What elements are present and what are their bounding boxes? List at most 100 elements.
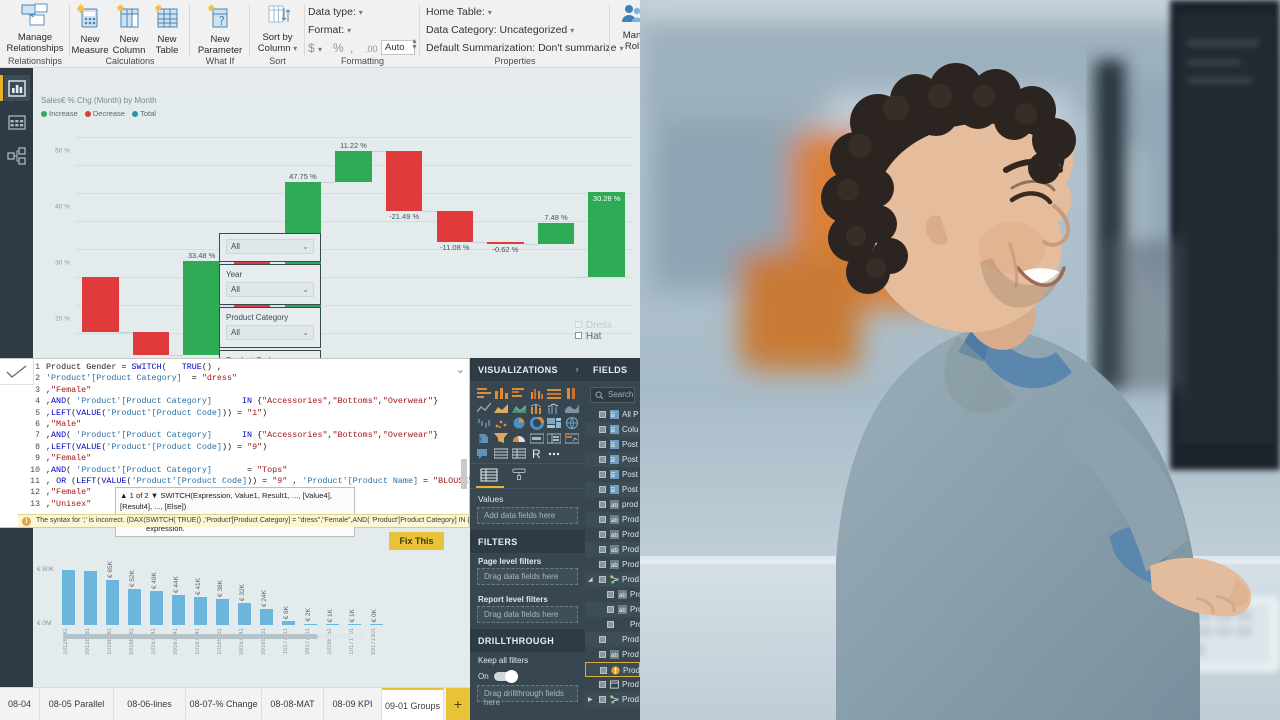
page-tab[interactable]: 08-04 Parallel	[0, 688, 40, 720]
chart-bar[interactable]	[132, 331, 170, 355]
chart-bar[interactable]	[588, 192, 625, 277]
waterfall-chart[interactable]: Sales€ % Chg (Month) by Month Increase D…	[33, 95, 640, 603]
field-list-item[interactable]: ab Prod	[585, 557, 640, 572]
slicer-dropdown[interactable]: All ⌄	[226, 325, 314, 340]
legend-item-hat[interactable]: Hat	[574, 331, 612, 342]
page-tab[interactable]: 08-05 Parallel	[40, 688, 114, 720]
field-list-item[interactable]: ab prod	[585, 497, 640, 512]
field-list-item[interactable]: Prod	[585, 677, 640, 692]
field-list-item[interactable]: ⌸ Post	[585, 452, 640, 467]
sidebar-item-model-view[interactable]	[4, 143, 30, 169]
kpi-icon[interactable]	[564, 432, 580, 444]
keep-all-filters-toggle[interactable]	[493, 670, 518, 683]
funnel-icon[interactable]	[494, 432, 510, 444]
field-list-item[interactable]: abPro	[585, 587, 640, 602]
new-column-button[interactable]: New Column	[110, 3, 148, 56]
line-stacked-column-icon[interactable]	[529, 402, 545, 414]
field-list-item[interactable]: ab Prod	[585, 527, 640, 542]
field-checkbox[interactable]	[599, 441, 606, 448]
field-checkbox[interactable]	[600, 667, 607, 674]
page-tab[interactable]: 09-01 Groups	[382, 688, 444, 720]
field-list-item[interactable]: ▶ Prod	[585, 692, 640, 707]
field-list-item[interactable]: Prod	[585, 662, 640, 677]
field-list-item[interactable]: ⌸ Post	[585, 482, 640, 497]
currency-format-button[interactable]: $ ▾	[308, 41, 322, 55]
field-checkbox[interactable]	[599, 486, 606, 493]
field-list-item[interactable]: ◢ Prod	[585, 572, 640, 587]
slicer-untitled[interactable]: All ⌄	[219, 233, 321, 262]
legend-item-dress[interactable]: Dress	[574, 320, 612, 331]
formula-scrollbar-thumb[interactable]	[461, 459, 467, 489]
manage-relationships-button[interactable]: Manage Relationships	[0, 3, 70, 54]
default-summarization-label[interactable]: Default Summarization: Don't summarize ▾	[426, 42, 623, 54]
chevron-right-icon[interactable]: ›	[576, 364, 579, 374]
card-icon[interactable]	[529, 432, 545, 444]
chart-bar[interactable]	[326, 624, 339, 625]
field-list-item[interactable]: abPro	[585, 602, 640, 617]
line-clustered-column-icon[interactable]	[547, 402, 563, 414]
100-stacked-bar-chart-icon[interactable]	[547, 387, 563, 399]
r-script-visual-icon[interactable]: R	[529, 447, 545, 460]
slicer-icon[interactable]	[476, 447, 492, 459]
more-options-icon[interactable]	[547, 447, 563, 459]
keep-all-filters-toggle-row[interactable]: On	[470, 667, 585, 685]
formula-line[interactable]: 8 ,LEFT(VALUE('Product'[Product Code])) =…	[22, 442, 455, 453]
filled-map-icon[interactable]	[476, 432, 492, 444]
field-list-item[interactable]: ab Prod	[585, 542, 640, 557]
chart-bar[interactable]	[385, 150, 423, 211]
chart-bar[interactable]	[436, 210, 473, 242]
line-chart-icon[interactable]	[476, 402, 492, 414]
page-tab[interactable]: 08-08-MAT	[262, 688, 324, 720]
chart-bar[interactable]	[150, 591, 163, 625]
chart-bar[interactable]	[194, 596, 207, 625]
fields-search-box[interactable]: Search	[590, 387, 635, 403]
chart-bar[interactable]	[260, 608, 273, 625]
decimal-places-button[interactable]: .00	[365, 44, 378, 54]
chart-bar[interactable]	[106, 580, 119, 625]
data-type-label[interactable]: Data type: ▾	[308, 6, 363, 18]
values-dropzone[interactable]: Add data fields here	[477, 507, 578, 524]
chart-bar[interactable]	[84, 571, 97, 625]
field-checkbox[interactable]	[599, 651, 606, 658]
field-list-item[interactable]: Prod	[585, 632, 640, 647]
report-level-filters-dropzone[interactable]: Drag data fields here	[477, 606, 578, 623]
clustered-bar-chart-icon[interactable]	[511, 387, 527, 399]
slicer-dropdown[interactable]: All ⌄	[226, 282, 314, 297]
legend-item-increase[interactable]: Increase	[41, 109, 78, 118]
100-stacked-column-chart-icon[interactable]	[564, 387, 580, 399]
field-checkbox[interactable]	[607, 591, 614, 598]
chevron-right-icon[interactable]: ▶	[588, 696, 593, 703]
triangle-up-icon[interactable]: ▲	[120, 491, 128, 500]
page-tab[interactable]: 08-09 KPI	[324, 688, 382, 720]
new-table-button[interactable]: New Table	[148, 3, 186, 56]
slicer-product-category[interactable]: Product Category All ⌄	[219, 307, 321, 348]
data-category-label[interactable]: Data Category: Uncategorized ▾	[426, 24, 574, 36]
scatter-chart-icon[interactable]	[494, 417, 510, 429]
formula-line[interactable]: 11 , OR (LEFT(VALUE('Product'[Product Cod…	[22, 476, 483, 487]
stacked-bar-chart-icon[interactable]	[476, 387, 492, 399]
formula-line[interactable]: 2 'Product'[Product Category] = "dress"	[22, 373, 455, 384]
donut-chart-icon[interactable]	[529, 416, 545, 430]
field-checkbox[interactable]	[607, 606, 614, 613]
waterfall-chart-icon[interactable]	[476, 417, 492, 429]
stacked-area-chart-icon[interactable]	[511, 402, 527, 414]
new-measure-button[interactable]: New Measure	[70, 3, 110, 56]
field-list-item[interactable]: ⌸ Colu	[585, 422, 640, 437]
field-checkbox[interactable]	[599, 471, 606, 478]
sort-by-column-button[interactable]: Sort by Column ▾	[250, 3, 305, 54]
formula-line[interactable]: 10 ,AND( 'Product'[Product Category] = "T…	[22, 465, 455, 476]
field-checkbox[interactable]	[599, 546, 606, 553]
formula-line[interactable]: 4 ,AND( 'Product'[Product Category] IN {"…	[22, 396, 455, 407]
page-level-filters-dropzone[interactable]: Drag data fields here	[477, 568, 578, 585]
chart-bar[interactable]	[183, 261, 220, 355]
home-table-label[interactable]: Home Table: ▾	[426, 6, 492, 18]
field-checkbox[interactable]	[599, 576, 606, 583]
formula-line[interactable]: 7 ,AND( 'Product'[Product Category] IN {"…	[22, 430, 455, 441]
chart-bar[interactable]	[82, 277, 119, 332]
formula-line[interactable]: 9 ,"Female"	[22, 453, 455, 464]
chevron-down-icon[interactable]: ⌄	[302, 285, 309, 294]
ribbon-chart-icon[interactable]	[564, 402, 580, 414]
field-checkbox[interactable]	[599, 501, 606, 508]
expand-formula-bar-button[interactable]: ⌄	[456, 363, 465, 376]
field-checkbox[interactable]	[607, 621, 614, 628]
